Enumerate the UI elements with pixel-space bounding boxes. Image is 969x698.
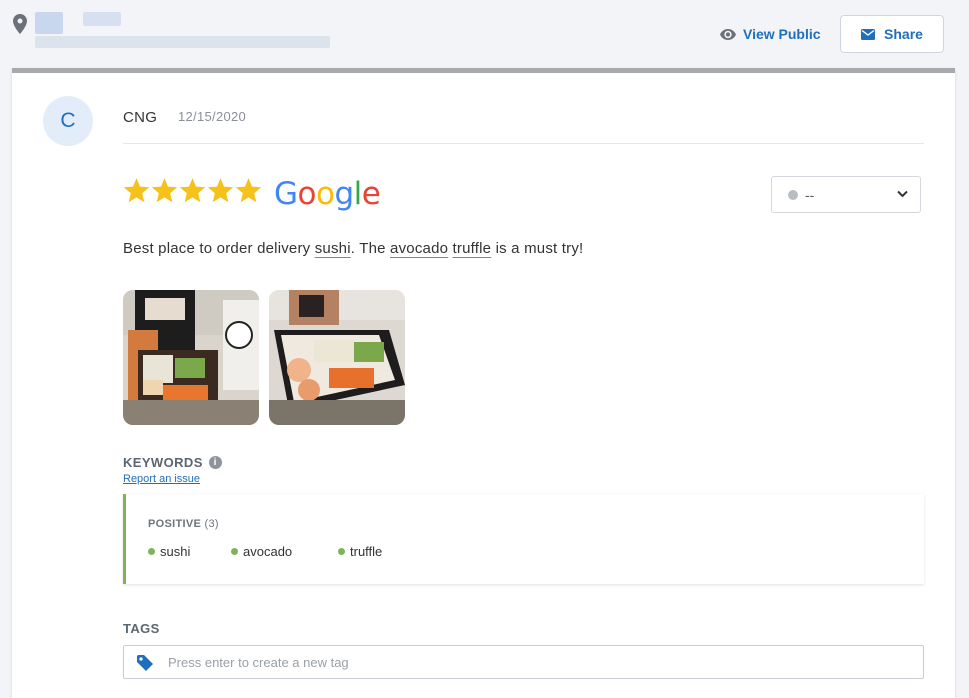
keyword-label: sushi bbox=[160, 544, 191, 559]
keyword-highlight: avocado bbox=[390, 240, 449, 257]
star-icon bbox=[151, 178, 178, 203]
review-date: 12/15/2020 bbox=[178, 109, 247, 124]
status-value: -- bbox=[805, 186, 815, 203]
tag-input[interactable] bbox=[168, 646, 908, 678]
divider bbox=[123, 143, 924, 144]
view-public-label: View Public bbox=[743, 26, 821, 42]
share-label: Share bbox=[884, 26, 923, 42]
view-public-button[interactable]: View Public bbox=[720, 22, 821, 46]
positive-dot-icon bbox=[148, 548, 155, 555]
chevron-down-icon bbox=[897, 190, 908, 198]
review-text-part: is a must try! bbox=[491, 240, 584, 257]
keyword-item[interactable]: avocado bbox=[231, 544, 292, 559]
review-text: Best place to order delivery sushi. The … bbox=[123, 240, 583, 257]
positive-dot-icon bbox=[338, 548, 345, 555]
positive-keywords-label: POSITIVE (3) bbox=[148, 518, 219, 530]
star-icon bbox=[235, 178, 262, 203]
keyword-item[interactable]: sushi bbox=[148, 544, 190, 559]
google-logo: Google bbox=[274, 176, 381, 212]
share-button[interactable]: Share bbox=[840, 15, 944, 53]
status-dot bbox=[788, 189, 798, 200]
keywords-heading: KEYWORDS i bbox=[123, 455, 222, 470]
food-box-photo bbox=[123, 290, 259, 425]
star-icon bbox=[207, 178, 234, 203]
star-rating bbox=[123, 178, 262, 204]
report-issue-link[interactable]: Report an issue bbox=[123, 473, 200, 485]
positive-dot-icon bbox=[231, 548, 238, 555]
sentiment-label: POSITIVE bbox=[148, 518, 202, 530]
location-pin-icon bbox=[13, 14, 27, 34]
review-text-part: Best place to order delivery bbox=[123, 240, 315, 257]
tag-input-box[interactable] bbox=[123, 645, 924, 679]
info-icon[interactable]: i bbox=[208, 456, 222, 469]
keyword-highlight: sushi bbox=[314, 240, 351, 257]
avatar: C bbox=[43, 96, 93, 146]
top-bar: View Public Share bbox=[0, 0, 969, 68]
eye-icon bbox=[720, 28, 736, 40]
keyword-label: avocado bbox=[243, 544, 293, 559]
review-photo[interactable] bbox=[123, 290, 259, 425]
review-card: C CNG 12/15/2020 Google -- Best place to… bbox=[12, 68, 955, 698]
review-text-part: . The bbox=[350, 240, 391, 257]
location-name-redacted bbox=[35, 12, 330, 50]
keyword-count: (3) bbox=[204, 518, 219, 530]
tag-icon bbox=[137, 655, 153, 671]
review-photo[interactable] bbox=[269, 290, 405, 425]
tags-heading: TAGS bbox=[123, 621, 160, 636]
star-icon bbox=[123, 178, 150, 203]
keyword-label: truffle bbox=[350, 544, 383, 559]
food-box-photo bbox=[269, 290, 405, 425]
star-icon bbox=[179, 178, 206, 203]
status-dropdown[interactable]: -- bbox=[771, 176, 921, 213]
keywords-panel: POSITIVE (3) sushi avocado truffle bbox=[123, 494, 924, 584]
keyword-item[interactable]: truffle bbox=[338, 544, 382, 559]
envelope-icon bbox=[861, 28, 876, 40]
review-author: CNG bbox=[123, 109, 158, 126]
keyword-highlight: truffle bbox=[452, 240, 492, 257]
keywords-heading-label: KEYWORDS bbox=[123, 455, 203, 470]
